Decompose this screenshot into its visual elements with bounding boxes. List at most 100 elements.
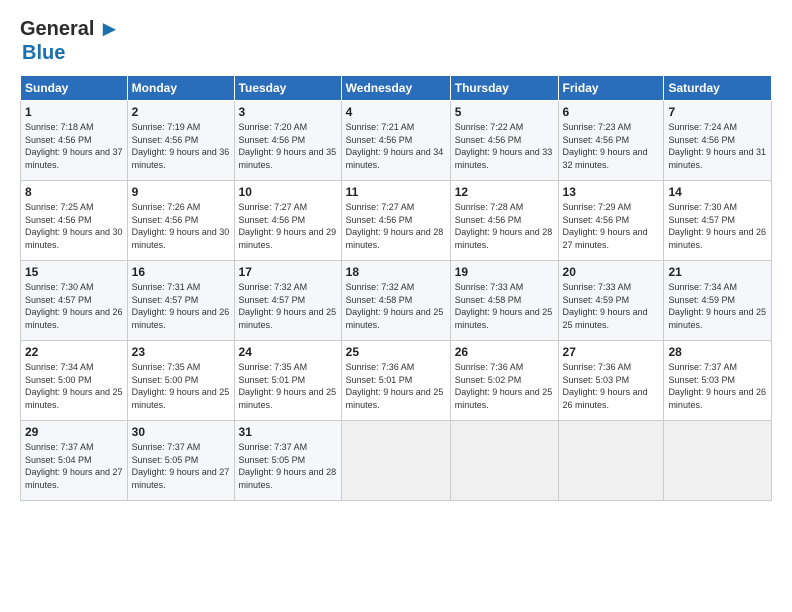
- day-num: 20: [563, 265, 660, 279]
- table-row: 18 Sunrise: 7:32 AMSunset: 4:58 PMDayligh…: [341, 261, 450, 341]
- table-row: 28 Sunrise: 7:37 AMSunset: 5:03 PMDayligh…: [664, 341, 772, 421]
- week-row-4: 29Sunrise: 7:37 AMSunset: 5:04 PMDayligh…: [21, 421, 772, 501]
- day-info: Sunrise: 7:36 AMSunset: 5:01 PMDaylight:…: [346, 362, 444, 410]
- day-num: 6: [563, 105, 660, 119]
- day-num: 3: [239, 105, 337, 119]
- day-info: Sunrise: 7:20 AMSunset: 4:56 PMDaylight:…: [239, 122, 337, 170]
- day-num: 9: [132, 185, 230, 199]
- day-info: Sunrise: 7:32 AMSunset: 4:58 PMDaylight:…: [346, 282, 444, 330]
- col-header-saturday: Saturday: [664, 76, 772, 101]
- day-info: Sunrise: 7:31 AMSunset: 4:57 PMDaylight:…: [132, 282, 230, 330]
- day-num: 18: [346, 265, 446, 279]
- header: General ► Blue: [20, 16, 772, 65]
- day-info: Sunrise: 7:34 AMSunset: 5:00 PMDaylight:…: [25, 362, 123, 410]
- table-row: 31Sunrise: 7:37 AMSunset: 5:05 PMDayligh…: [234, 421, 341, 501]
- day-info: Sunrise: 7:35 AMSunset: 5:01 PMDaylight:…: [239, 362, 337, 410]
- page-container: General ► Blue SundayMondayTuesdayWednes…: [0, 0, 792, 511]
- day-num: 31: [239, 425, 337, 439]
- col-header-monday: Monday: [127, 76, 234, 101]
- table-row: [664, 421, 772, 501]
- table-row: 25 Sunrise: 7:36 AMSunset: 5:01 PMDayligh…: [341, 341, 450, 421]
- week-row-3: 22 Sunrise: 7:34 AMSunset: 5:00 PMDayligh…: [21, 341, 772, 421]
- day-num: 5: [455, 105, 554, 119]
- logo: General ► Blue: [20, 16, 120, 65]
- day-info: Sunrise: 7:33 AMSunset: 4:59 PMDaylight:…: [563, 282, 648, 330]
- day-info: Sunrise: 7:18 AMSunset: 4:56 PMDaylight:…: [25, 122, 123, 170]
- table-row: 17Sunrise: 7:32 AMSunset: 4:57 PMDayligh…: [234, 261, 341, 341]
- col-header-tuesday: Tuesday: [234, 76, 341, 101]
- day-num: 28: [668, 345, 767, 359]
- table-row: 5 Sunrise: 7:22 AMSunset: 4:56 PMDaylight…: [450, 101, 558, 181]
- week-row-2: 15Sunrise: 7:30 AMSunset: 4:57 PMDayligh…: [21, 261, 772, 341]
- table-row: 9 Sunrise: 7:26 AMSunset: 4:56 PMDaylight…: [127, 181, 234, 261]
- day-info: Sunrise: 7:21 AMSunset: 4:56 PMDaylight:…: [346, 122, 444, 170]
- logo-general: General: [20, 18, 94, 41]
- table-row: 12 Sunrise: 7:28 AMSunset: 4:56 PMDayligh…: [450, 181, 558, 261]
- day-num: 16: [132, 265, 230, 279]
- table-row: 16 Sunrise: 7:31 AMSunset: 4:57 PMDayligh…: [127, 261, 234, 341]
- day-info: Sunrise: 7:37 AMSunset: 5:04 PMDaylight:…: [25, 442, 123, 490]
- day-num: 8: [25, 185, 123, 199]
- day-info: Sunrise: 7:27 AMSunset: 4:56 PMDaylight:…: [346, 202, 444, 250]
- day-num: 23: [132, 345, 230, 359]
- col-header-friday: Friday: [558, 76, 664, 101]
- table-row: 26Sunrise: 7:36 AMSunset: 5:02 PMDayligh…: [450, 341, 558, 421]
- table-row: [341, 421, 450, 501]
- day-info: Sunrise: 7:22 AMSunset: 4:56 PMDaylight:…: [455, 122, 553, 170]
- table-row: 13Sunrise: 7:29 AMSunset: 4:56 PMDayligh…: [558, 181, 664, 261]
- table-row: 6 Sunrise: 7:23 AMSunset: 4:56 PMDaylight…: [558, 101, 664, 181]
- day-num: 7: [668, 105, 767, 119]
- day-info: Sunrise: 7:37 AMSunset: 5:05 PMDaylight:…: [132, 442, 230, 490]
- table-row: 7 Sunrise: 7:24 AMSunset: 4:56 PMDaylight…: [664, 101, 772, 181]
- day-info: Sunrise: 7:36 AMSunset: 5:03 PMDaylight:…: [563, 362, 648, 410]
- table-row: 29Sunrise: 7:37 AMSunset: 5:04 PMDayligh…: [21, 421, 128, 501]
- day-info: Sunrise: 7:19 AMSunset: 4:56 PMDaylight:…: [132, 122, 230, 170]
- week-row-1: 8 Sunrise: 7:25 AMSunset: 4:56 PMDaylight…: [21, 181, 772, 261]
- col-header-sunday: Sunday: [21, 76, 128, 101]
- table-row: 8 Sunrise: 7:25 AMSunset: 4:56 PMDaylight…: [21, 181, 128, 261]
- day-info: Sunrise: 7:36 AMSunset: 5:02 PMDaylight:…: [455, 362, 553, 410]
- table-row: 24Sunrise: 7:35 AMSunset: 5:01 PMDayligh…: [234, 341, 341, 421]
- day-info: Sunrise: 7:35 AMSunset: 5:00 PMDaylight:…: [132, 362, 230, 410]
- day-num: 25: [346, 345, 446, 359]
- table-row: 19 Sunrise: 7:33 AMSunset: 4:58 PMDayligh…: [450, 261, 558, 341]
- day-info: Sunrise: 7:29 AMSunset: 4:56 PMDaylight:…: [563, 202, 648, 250]
- col-header-thursday: Thursday: [450, 76, 558, 101]
- day-num: 19: [455, 265, 554, 279]
- day-num: 2: [132, 105, 230, 119]
- day-info: Sunrise: 7:28 AMSunset: 4:56 PMDaylight:…: [455, 202, 553, 250]
- day-num: 22: [25, 345, 123, 359]
- day-info: Sunrise: 7:25 AMSunset: 4:56 PMDaylight:…: [25, 202, 123, 250]
- header-row: SundayMondayTuesdayWednesdayThursdayFrid…: [21, 76, 772, 101]
- week-row-0: 1 Sunrise: 7:18 AMSunset: 4:56 PMDaylight…: [21, 101, 772, 181]
- table-row: 4 Sunrise: 7:21 AMSunset: 4:56 PMDaylight…: [341, 101, 450, 181]
- day-info: Sunrise: 7:33 AMSunset: 4:58 PMDaylight:…: [455, 282, 553, 330]
- day-num: 12: [455, 185, 554, 199]
- day-info: Sunrise: 7:32 AMSunset: 4:57 PMDaylight:…: [239, 282, 337, 330]
- day-info: Sunrise: 7:30 AMSunset: 4:57 PMDaylight:…: [668, 202, 766, 250]
- day-num: 11: [346, 185, 446, 199]
- table-row: 2 Sunrise: 7:19 AMSunset: 4:56 PMDaylight…: [127, 101, 234, 181]
- day-info: Sunrise: 7:24 AMSunset: 4:56 PMDaylight:…: [668, 122, 766, 170]
- table-row: 11 Sunrise: 7:27 AMSunset: 4:56 PMDayligh…: [341, 181, 450, 261]
- day-info: Sunrise: 7:26 AMSunset: 4:56 PMDaylight:…: [132, 202, 230, 250]
- day-num: 1: [25, 105, 123, 119]
- day-num: 4: [346, 105, 446, 119]
- day-info: Sunrise: 7:23 AMSunset: 4:56 PMDaylight:…: [563, 122, 648, 170]
- table-row: 23 Sunrise: 7:35 AMSunset: 5:00 PMDayligh…: [127, 341, 234, 421]
- table-row: 10Sunrise: 7:27 AMSunset: 4:56 PMDayligh…: [234, 181, 341, 261]
- day-num: 21: [668, 265, 767, 279]
- table-row: 3 Sunrise: 7:20 AMSunset: 4:56 PMDaylight…: [234, 101, 341, 181]
- table-row: 21Sunrise: 7:34 AMSunset: 4:59 PMDayligh…: [664, 261, 772, 341]
- day-num: 30: [132, 425, 230, 439]
- table-row: [450, 421, 558, 501]
- table-row: 30 Sunrise: 7:37 AMSunset: 5:05 PMDayligh…: [127, 421, 234, 501]
- day-info: Sunrise: 7:37 AMSunset: 5:03 PMDaylight:…: [668, 362, 766, 410]
- day-info: Sunrise: 7:27 AMSunset: 4:56 PMDaylight:…: [239, 202, 337, 250]
- logo-arrow-icon: ►: [98, 16, 120, 42]
- table-row: 20 Sunrise: 7:33 AMSunset: 4:59 PMDayligh…: [558, 261, 664, 341]
- col-header-wednesday: Wednesday: [341, 76, 450, 101]
- day-num: 14: [668, 185, 767, 199]
- day-num: 27: [563, 345, 660, 359]
- table-row: 14 Sunrise: 7:30 AMSunset: 4:57 PMDayligh…: [664, 181, 772, 261]
